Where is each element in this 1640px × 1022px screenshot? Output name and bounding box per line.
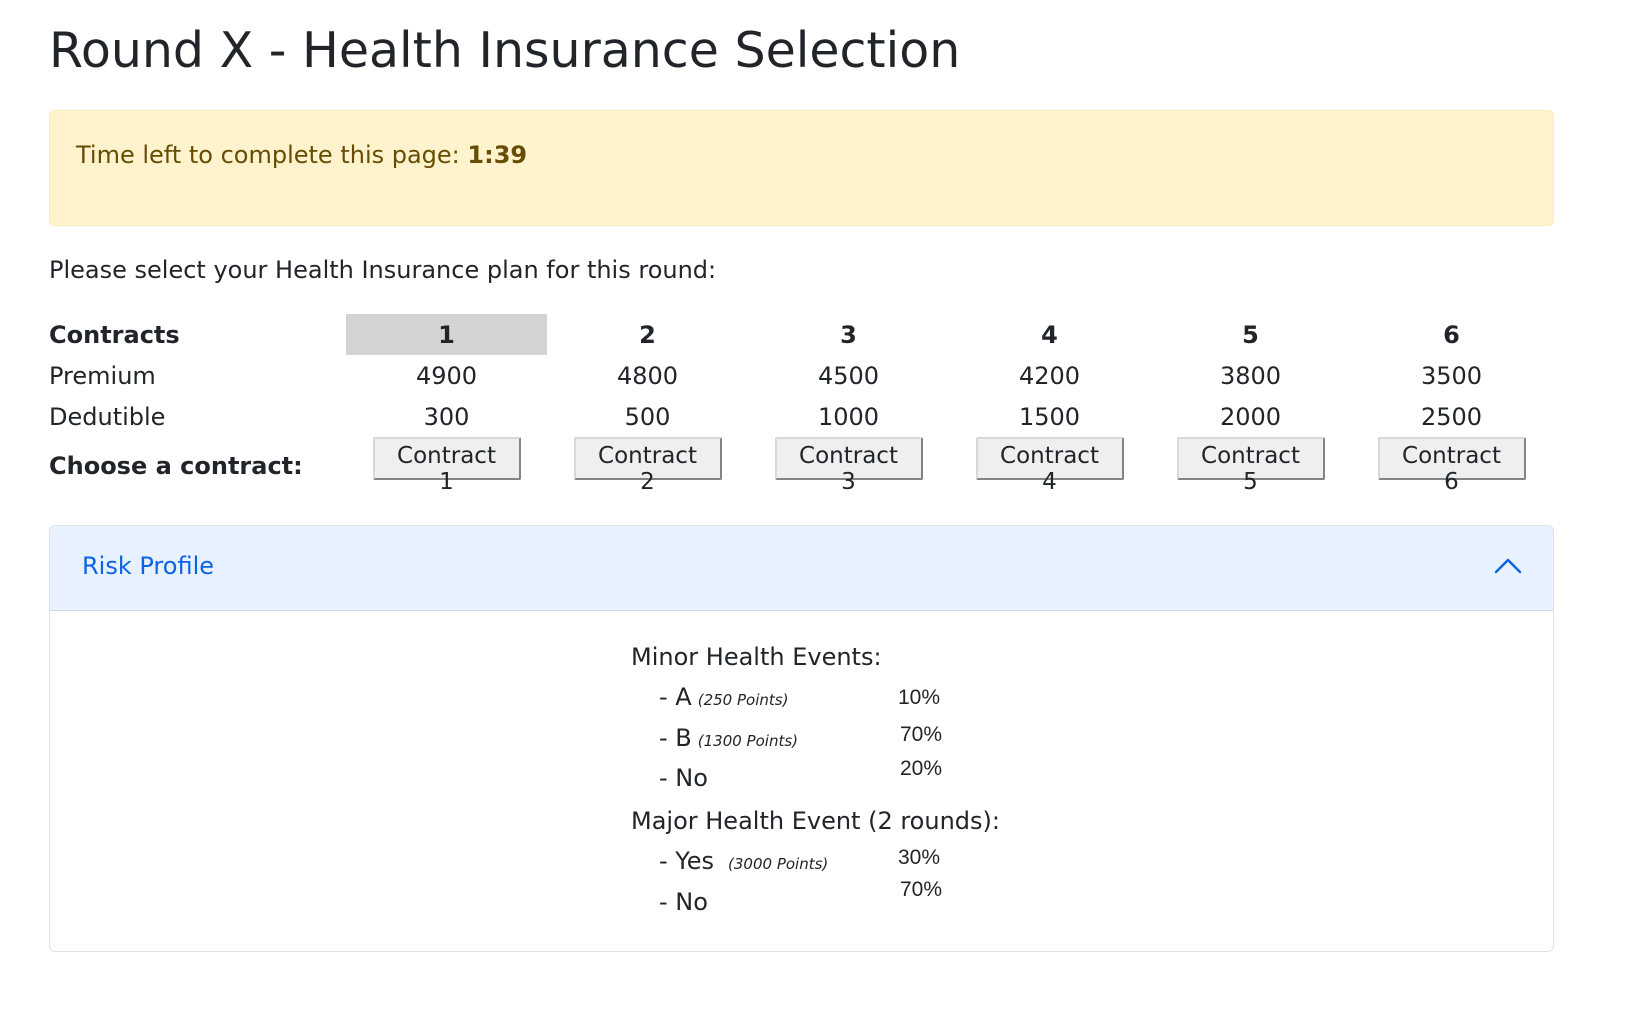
minor-event-a-points: (250 Points) bbox=[697, 691, 789, 709]
deductible-cell: 2500 bbox=[1420, 402, 1483, 431]
contract-1-button[interactable]: Contract 1 bbox=[372, 437, 521, 495]
choose-row: Choose a contract: Contract 1 Contract 2… bbox=[49, 437, 1552, 495]
deductible-cell: 1000 bbox=[817, 402, 880, 431]
minor-event-a: - A (250 Points) bbox=[659, 683, 788, 711]
minor-events-heading: Minor Health Events: bbox=[631, 643, 882, 671]
major-event-no-pct: 70% bbox=[900, 878, 943, 901]
minor-event-b: - B (1300 Points) bbox=[659, 724, 798, 752]
timer-alert: Time left to complete this page: 1:39 bbox=[49, 110, 1554, 226]
premium-cell: 4500 bbox=[817, 361, 880, 390]
contract-5-button[interactable]: Contract 5 bbox=[1176, 437, 1325, 495]
contract-id-6: 6 bbox=[1443, 320, 1460, 349]
minor-event-no: - No bbox=[659, 764, 708, 792]
contract-4-button[interactable]: Contract 4 bbox=[975, 437, 1124, 495]
major-event-no: - No bbox=[659, 888, 708, 916]
contracts-header-row: Contracts 1 2 3 4 5 6 bbox=[49, 314, 1552, 355]
minor-event-b-pct: 70% bbox=[900, 723, 943, 746]
minor-event-b-label: - B bbox=[659, 724, 692, 752]
minor-event-no-pct: 20% bbox=[900, 757, 943, 780]
premium-cell: 4800 bbox=[616, 361, 679, 390]
timer-value: 1:39 bbox=[467, 141, 528, 169]
premium-cell: 3800 bbox=[1219, 361, 1282, 390]
page-title: Round X - Health Insurance Selection bbox=[49, 22, 961, 79]
deductible-row-label: Dedutible bbox=[49, 402, 166, 431]
deductible-row: Dedutible 300 500 1000 1500 2000 2500 bbox=[49, 396, 1552, 437]
risk-profile-body: Minor Health Events: - A (250 Points) 10%… bbox=[50, 611, 1553, 951]
risk-profile-accordion: Risk Profile Minor Health Events: - A (25… bbox=[49, 525, 1554, 952]
contract-id-2: 2 bbox=[639, 320, 656, 349]
risk-profile-toggle[interactable]: Risk Profile bbox=[50, 526, 1553, 611]
minor-event-a-label: - A bbox=[659, 683, 692, 711]
major-event-heading: Major Health Event (2 rounds): bbox=[631, 807, 1000, 835]
premium-cell: 4200 bbox=[1018, 361, 1081, 390]
premium-cell: 4900 bbox=[415, 361, 478, 390]
contract-id-1: 1 bbox=[346, 314, 547, 355]
contract-2-button[interactable]: Contract 2 bbox=[573, 437, 722, 495]
contract-id-5: 5 bbox=[1242, 320, 1259, 349]
minor-event-a-pct: 10% bbox=[898, 686, 941, 709]
deductible-cell: 2000 bbox=[1219, 402, 1282, 431]
premium-row: Premium 4900 4800 4500 4200 3800 3500 bbox=[49, 355, 1552, 396]
deductible-cell: 300 bbox=[423, 402, 470, 431]
timer-label: Time left to complete this page: bbox=[76, 141, 460, 169]
deductible-cell: 1500 bbox=[1018, 402, 1081, 431]
premium-cell: 3500 bbox=[1420, 361, 1483, 390]
premium-row-label: Premium bbox=[49, 361, 156, 390]
risk-profile-title: Risk Profile bbox=[82, 552, 214, 580]
major-event-yes-pct: 30% bbox=[898, 846, 941, 869]
contract-6-button[interactable]: Contract 6 bbox=[1377, 437, 1526, 495]
chevron-up-icon[interactable] bbox=[1493, 554, 1523, 576]
contract-3-button[interactable]: Contract 3 bbox=[774, 437, 923, 495]
minor-event-no-label: - No bbox=[659, 764, 708, 792]
contract-id-4: 4 bbox=[1041, 320, 1058, 349]
minor-event-b-points: (1300 Points) bbox=[697, 732, 799, 750]
deductible-cell: 500 bbox=[624, 402, 671, 431]
contract-id-3: 3 bbox=[840, 320, 857, 349]
major-event-yes-points: (3000 Points) bbox=[728, 855, 829, 873]
major-event-no-label: - No bbox=[659, 888, 708, 916]
contracts-table: Contracts 1 2 3 4 5 6 Premium 4900 4800 … bbox=[49, 314, 1552, 495]
instruction-text: Please select your Health Insurance plan… bbox=[49, 256, 717, 284]
major-event-yes-label: - Yes bbox=[659, 847, 715, 875]
choose-row-label: Choose a contract: bbox=[49, 452, 303, 480]
timer-text: Time left to complete this page: 1:39 bbox=[76, 141, 527, 169]
contracts-row-label: Contracts bbox=[49, 320, 180, 349]
major-event-yes: - Yes (3000 Points) bbox=[659, 847, 828, 875]
